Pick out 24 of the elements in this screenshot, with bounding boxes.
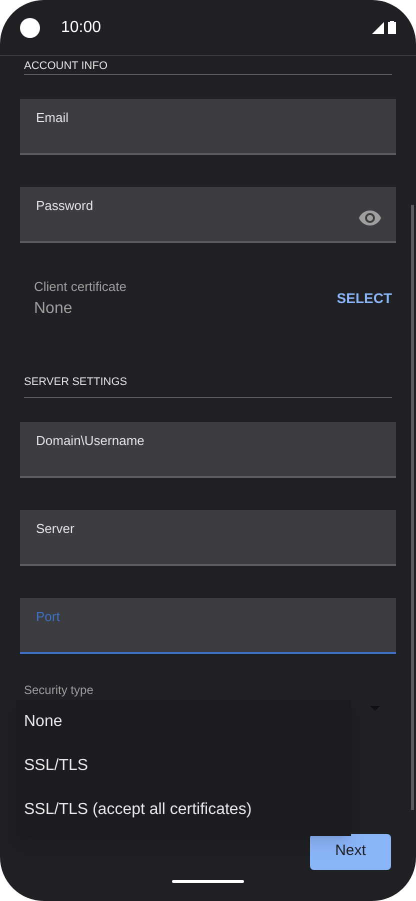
menu-item[interactable]: SSL/TLS (accept all certificates) [16, 798, 351, 822]
certificate-label: Client certificate [34, 278, 126, 296]
text-field[interactable]: Server [20, 510, 396, 566]
field-label: Port [36, 608, 60, 626]
menu-item[interactable]: SSL/TLS [16, 754, 351, 778]
select-button[interactable]: SELECT [336, 288, 392, 310]
certificate-value: None [34, 298, 74, 318]
field-label: Password [36, 197, 94, 215]
field-label: Domain\Username [36, 432, 144, 450]
field-label: Email [36, 109, 69, 127]
section-title: ACCOUNT INFO [24, 61, 108, 72]
signal-icon [372, 22, 384, 34]
camera-icon [20, 18, 40, 38]
text-field[interactable]: Password [20, 187, 396, 243]
field-label: Server [36, 520, 74, 538]
section-title: SERVER SETTINGS [24, 376, 128, 388]
battery-icon [388, 21, 396, 34]
text-field[interactable]: Email [20, 99, 396, 155]
text-field[interactable]: Domain\Username [20, 422, 396, 478]
security-type-label: Security type [24, 682, 94, 696]
status-time: 10:00 [61, 18, 102, 38]
home-indicator[interactable] [172, 880, 244, 883]
next-button[interactable]: Next [310, 834, 391, 870]
menu-item[interactable]: None [16, 710, 351, 734]
